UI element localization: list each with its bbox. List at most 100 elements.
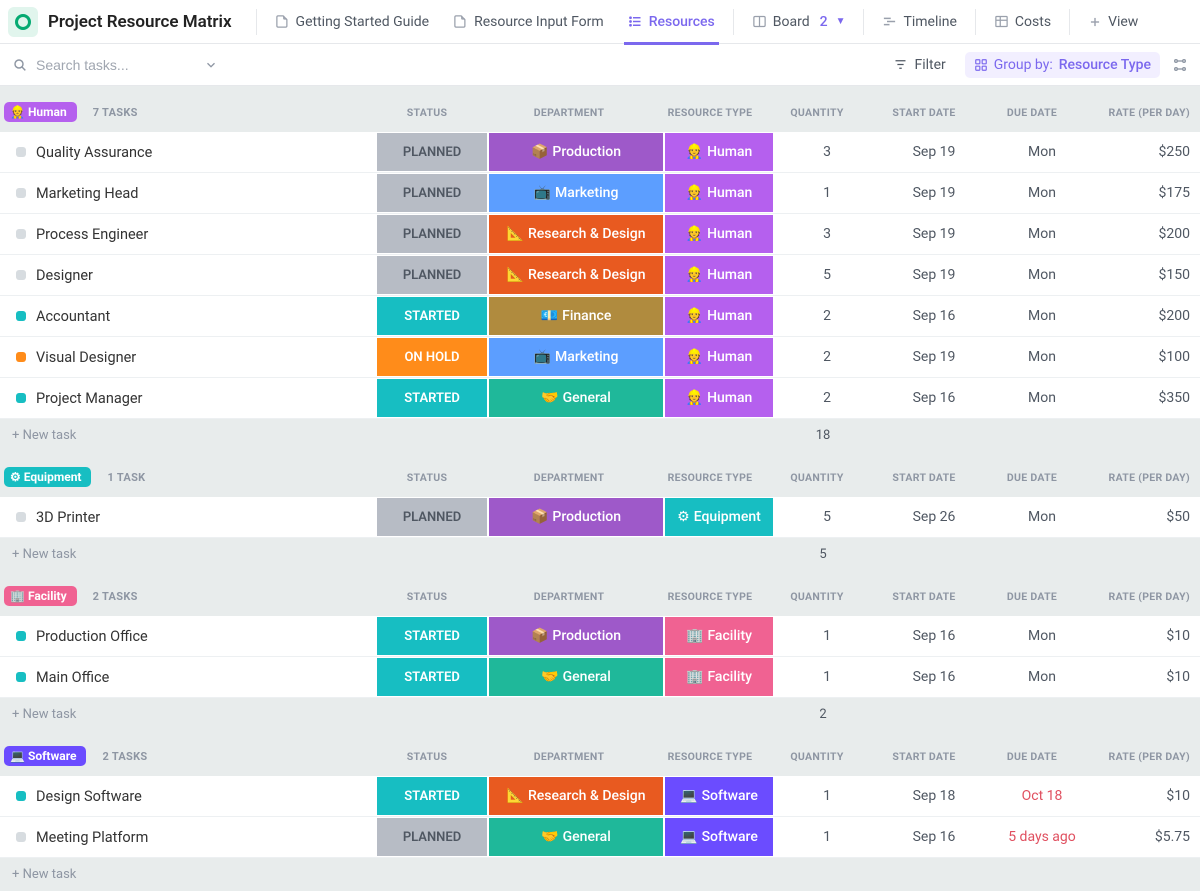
rate-cell[interactable]: $10	[1096, 776, 1200, 816]
group-tag[interactable]: ⚙Equipment	[4, 467, 91, 487]
column-header[interactable]: DEPARTMENT	[482, 750, 656, 763]
status-badge[interactable]: PLANNED	[377, 256, 487, 294]
department-badge[interactable]: 📐Research & Design	[489, 777, 663, 815]
new-task-button[interactable]: + New task5	[0, 538, 1200, 570]
department-badge[interactable]: 🤝General	[489, 658, 663, 696]
rate-cell[interactable]: $100	[1096, 337, 1200, 377]
rate-cell[interactable]: $10	[1096, 616, 1200, 656]
due-date-cell[interactable]: Mon	[988, 616, 1096, 656]
due-date-cell[interactable]: Oct 18	[988, 776, 1096, 816]
rate-cell[interactable]: $10	[1096, 657, 1200, 697]
column-header[interactable]: DUE DATE	[978, 750, 1086, 763]
column-header[interactable]: DUE DATE	[978, 106, 1086, 119]
start-date-cell[interactable]: Sep 19	[880, 214, 988, 254]
column-header[interactable]: RESOURCE TYPE	[656, 106, 764, 119]
quantity-cell[interactable]: 5	[774, 255, 880, 295]
start-date-cell[interactable]: Sep 19	[880, 337, 988, 377]
start-date-cell[interactable]: Sep 19	[880, 255, 988, 295]
start-date-cell[interactable]: Sep 16	[880, 296, 988, 336]
table-row[interactable]: Process EngineerPLANNED📐Research & Desig…	[0, 214, 1200, 255]
department-badge[interactable]: 🤝General	[489, 818, 663, 856]
department-badge[interactable]: 📦Production	[489, 133, 663, 171]
resource-type-badge[interactable]: 👷Human	[665, 215, 773, 253]
due-date-cell[interactable]: Mon	[988, 378, 1096, 418]
app-logo[interactable]	[8, 7, 38, 37]
status-badge[interactable]: PLANNED	[377, 818, 487, 856]
status-badge[interactable]: STARTED	[377, 297, 487, 335]
resource-type-badge[interactable]: 💻Software	[665, 818, 773, 856]
column-header[interactable]: DEPARTMENT	[482, 590, 656, 603]
quantity-cell[interactable]: 3	[774, 132, 880, 172]
table-row[interactable]: AccountantSTARTED💶Finance👷Human2Sep 16Mo…	[0, 296, 1200, 337]
status-badge[interactable]: PLANNED	[377, 174, 487, 212]
chevron-down-icon[interactable]	[204, 58, 218, 72]
rate-cell[interactable]: $150	[1096, 255, 1200, 295]
tab-view[interactable]: View	[1076, 0, 1150, 44]
column-header[interactable]: STATUS	[372, 106, 482, 119]
start-date-cell[interactable]: Sep 19	[880, 173, 988, 213]
column-header[interactable]: STATUS	[372, 471, 482, 484]
status-badge[interactable]: PLANNED	[377, 498, 487, 536]
due-date-cell[interactable]: Mon	[988, 173, 1096, 213]
due-date-cell[interactable]: Mon	[988, 657, 1096, 697]
column-header[interactable]: DUE DATE	[978, 471, 1086, 484]
rate-cell[interactable]: $350	[1096, 378, 1200, 418]
table-row[interactable]: Production OfficeSTARTED📦Production🏢Faci…	[0, 616, 1200, 657]
quantity-cell[interactable]: 1	[774, 817, 880, 857]
tab-resource-input-form[interactable]: Resource Input Form	[441, 0, 616, 44]
start-date-cell[interactable]: Sep 16	[880, 378, 988, 418]
status-badge[interactable]: ON HOLD	[377, 338, 487, 376]
department-badge[interactable]: 📐Research & Design	[489, 215, 663, 253]
department-badge[interactable]: 📦Production	[489, 617, 663, 655]
new-task-button[interactable]: + New task2	[0, 698, 1200, 730]
column-header[interactable]: DEPARTMENT	[482, 106, 656, 119]
group-tag[interactable]: 👷Human	[4, 102, 77, 122]
tab-getting-started-guide[interactable]: Getting Started Guide	[263, 0, 442, 44]
column-header[interactable]: RESOURCE TYPE	[656, 590, 764, 603]
table-row[interactable]: Visual DesignerON HOLD📺Marketing👷Human2S…	[0, 337, 1200, 378]
quantity-cell[interactable]: 2	[774, 337, 880, 377]
department-badge[interactable]: 🤝General	[489, 379, 663, 417]
start-date-cell[interactable]: Sep 16	[880, 616, 988, 656]
group-by-button[interactable]: Group by: Resource Type	[965, 52, 1160, 78]
rate-cell[interactable]: $175	[1096, 173, 1200, 213]
table-row[interactable]: Main OfficeSTARTED🤝General🏢Facility1Sep …	[0, 657, 1200, 698]
table-row[interactable]: DesignerPLANNED📐Research & Design👷Human5…	[0, 255, 1200, 296]
column-header[interactable]: DUE DATE	[978, 590, 1086, 603]
filter-button[interactable]: Filter	[884, 52, 954, 78]
due-date-cell[interactable]: Mon	[988, 255, 1096, 295]
column-header[interactable]: START DATE	[870, 471, 978, 484]
quantity-cell[interactable]: 1	[774, 776, 880, 816]
column-header[interactable]: QUANTITY	[764, 750, 870, 763]
due-date-cell[interactable]: 5 days ago	[988, 817, 1096, 857]
column-header[interactable]: RATE (PER DAY)	[1086, 590, 1196, 603]
table-row[interactable]: Design SoftwareSTARTED📐Research & Design…	[0, 776, 1200, 817]
more-icon[interactable]	[1172, 57, 1188, 73]
column-header[interactable]: RATE (PER DAY)	[1086, 471, 1196, 484]
resource-type-badge[interactable]: 🏢Facility	[665, 658, 773, 696]
group-tag[interactable]: 🏢Facility	[4, 586, 77, 606]
status-badge[interactable]: STARTED	[377, 777, 487, 815]
resource-type-badge[interactable]: 👷Human	[665, 379, 773, 417]
due-date-cell[interactable]: Mon	[988, 337, 1096, 377]
column-header[interactable]: STATUS	[372, 750, 482, 763]
new-task-button[interactable]: + New task	[0, 858, 1200, 890]
column-header[interactable]: RATE (PER DAY)	[1086, 106, 1196, 119]
rate-cell[interactable]: $250	[1096, 132, 1200, 172]
search-input[interactable]	[36, 57, 196, 73]
column-header[interactable]: RATE (PER DAY)	[1086, 750, 1196, 763]
tab-resources[interactable]: Resources	[616, 0, 727, 44]
start-date-cell[interactable]: Sep 26	[880, 497, 988, 537]
tab-board[interactable]: Board2▼	[740, 0, 858, 44]
department-badge[interactable]: 💶Finance	[489, 297, 663, 335]
resource-type-badge[interactable]: 🏢Facility	[665, 617, 773, 655]
status-badge[interactable]: STARTED	[377, 617, 487, 655]
quantity-cell[interactable]: 5	[774, 497, 880, 537]
column-header[interactable]: QUANTITY	[764, 106, 870, 119]
table-row[interactable]: 3D PrinterPLANNED📦Production⚙Equipment5S…	[0, 497, 1200, 538]
quantity-cell[interactable]: 2	[774, 378, 880, 418]
column-header[interactable]: QUANTITY	[764, 471, 870, 484]
rate-cell[interactable]: $5.75	[1096, 817, 1200, 857]
new-task-button[interactable]: + New task18	[0, 419, 1200, 451]
status-badge[interactable]: STARTED	[377, 658, 487, 696]
